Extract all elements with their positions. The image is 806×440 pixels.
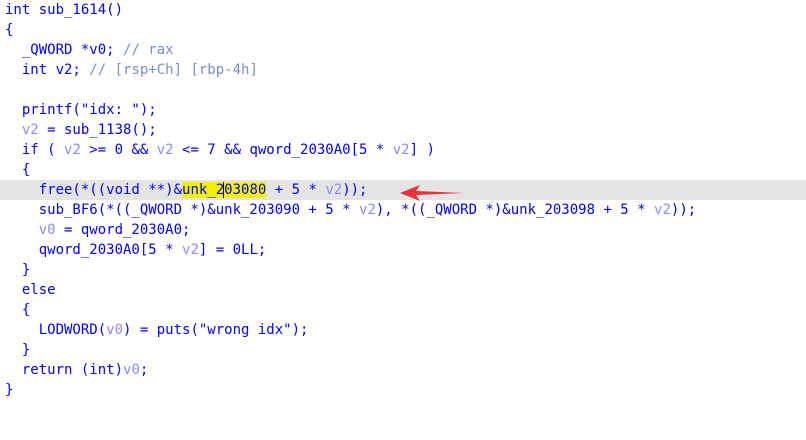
code-line-14[interactable]: } (0, 260, 806, 280)
if-condition: if ( v2 >= 0 && v2 <= 7 && qword_2030A0[… (5, 140, 435, 160)
brace: { (5, 162, 31, 178)
assign-rhs: = qword_2030A0; (55, 222, 191, 238)
var-v0[interactable]: v0 (39, 222, 56, 238)
var-v2[interactable]: v2 (182, 242, 199, 258)
cond-part: >= 0 && (80, 142, 157, 158)
var-v2[interactable]: v2 (325, 182, 342, 198)
brace: { (5, 302, 31, 318)
var-v0[interactable]: v0 (123, 362, 140, 378)
cond-part: <= 7 && qword_2030A0[5 * (173, 142, 393, 158)
assign-v2: v2 = sub_1138(); (5, 120, 157, 140)
code-line-8[interactable]: if ( v2 >= 0 && v2 <= 7 && qword_2030A0[… (0, 140, 806, 160)
var-v2[interactable]: v2 (64, 142, 81, 158)
free-call: free(*((void **)&unk_203080 + 5 * v2)); (5, 180, 368, 200)
if-kw: if ( (5, 142, 65, 158)
brace: } (5, 262, 31, 278)
comment-stack: // [rsp+Ch] [rbp-4h] (89, 62, 258, 78)
code-line-3[interactable]: _QWORD *v0; // rax (0, 40, 806, 60)
code-line-2[interactable]: { (0, 20, 806, 40)
printf-call: printf("idx: "); (5, 102, 157, 118)
decl-v0-code: _QWORD *v0; (5, 42, 124, 58)
lodword: LODWORD( (5, 322, 107, 338)
symbol-part-2-with-cursor: 03080 (223, 182, 267, 198)
assign-rhs: = sub_1138(); (38, 122, 157, 138)
comment-rax: // rax (123, 42, 174, 58)
puts-rhs: ) = puts("wrong idx"); (123, 322, 309, 338)
return-stmt: return (int)v0; (5, 360, 148, 380)
open-brace: { (5, 22, 14, 38)
pseudocode-view[interactable]: int sub_1614() { _QWORD *v0; // rax int … (0, 0, 806, 427)
assign-zero: qword_2030A0[5 * v2] = 0LL; (5, 240, 267, 260)
code-line-16[interactable]: { (0, 300, 806, 320)
close-brace: } (5, 382, 14, 398)
decl-v0: _QWORD *v0; // rax (5, 40, 174, 60)
assign-v0: v0 = qword_2030A0; (5, 220, 191, 240)
code-line-15[interactable]: else (0, 280, 806, 300)
lhs: qword_2030A0[5 * (5, 242, 183, 258)
sub-bf6-call: sub_BF6(*((_QWORD *)&unk_203090 + 5 * v2… (5, 200, 696, 220)
brace: } (5, 342, 31, 358)
code-line-6[interactable]: printf("idx: "); (0, 100, 806, 120)
code-line-5[interactable] (0, 80, 806, 100)
decl-v2: int v2; // [rsp+Ch] [rbp-4h] (5, 60, 258, 80)
cond-end: ] ) (409, 142, 435, 158)
code-line-19[interactable]: return (int)v0; (0, 360, 806, 380)
symbol-part-1: unk_2 (182, 182, 225, 198)
puts-call: LODWORD(v0) = puts("wrong idx"); (5, 320, 309, 340)
code-line-4[interactable]: int v2; // [rsp+Ch] [rbp-4h] (0, 60, 806, 80)
free-prefix: free(*((void **)& (5, 182, 183, 198)
red-arrow-icon (400, 185, 464, 201)
call-end: )); (670, 202, 697, 218)
var-v2[interactable]: v2 (393, 142, 410, 158)
var-v2[interactable]: v2 (22, 122, 39, 138)
code-line-12[interactable]: v0 = qword_2030A0; (0, 220, 806, 240)
line-marker (0, 180, 4, 200)
free-end: )); (342, 182, 368, 198)
code-line-9[interactable]: { (0, 160, 806, 180)
code-line-1[interactable]: int sub_1614() (0, 0, 806, 20)
function-signature: int sub_1614() (5, 2, 124, 18)
code-line-7[interactable]: v2 = sub_1138(); (0, 120, 806, 140)
call-part: sub_BF6(*((_QWORD *)&unk_203090 + 5 * (5, 202, 360, 218)
rhs: ] = 0LL; (198, 242, 267, 258)
code-line-17[interactable]: LODWORD(v0) = puts("wrong idx"); (0, 320, 806, 340)
var-v0[interactable]: v0 (106, 322, 123, 338)
else-kw: else (5, 282, 56, 298)
code-line-18[interactable]: } (0, 340, 806, 360)
free-mid: + 5 * (266, 182, 326, 198)
return-kw: return (int) (5, 362, 124, 378)
semicolon: ; (139, 362, 149, 378)
code-line-13[interactable]: qword_2030A0[5 * v2] = 0LL; (0, 240, 806, 260)
var-v2[interactable]: v2 (654, 202, 671, 218)
decl-v2-code: int v2; (5, 62, 90, 78)
var-v2[interactable]: v2 (359, 202, 376, 218)
highlighted-symbol[interactable]: unk_203080 (182, 182, 267, 198)
call-part: ), *((_QWORD *)&unk_203098 + 5 * (375, 202, 655, 218)
code-line-11[interactable]: sub_BF6(*((_QWORD *)&unk_203090 + 5 * v2… (0, 200, 806, 220)
code-line-20[interactable]: } (0, 380, 806, 400)
var-v2[interactable]: v2 (157, 142, 174, 158)
